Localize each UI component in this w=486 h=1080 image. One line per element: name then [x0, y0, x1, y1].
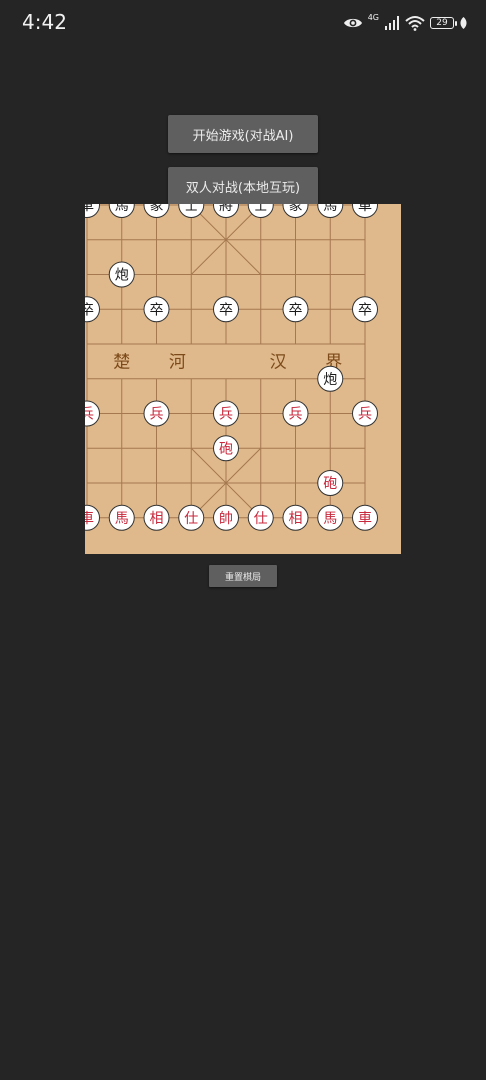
- piece-label: 砲: [323, 476, 337, 492]
- status-bar: 4:42 4G 29: [0, 0, 486, 46]
- piece-label: 卒: [150, 302, 164, 318]
- piece-label: 炮: [323, 372, 337, 388]
- piece-label: 相: [289, 511, 303, 527]
- signal-icon: [385, 16, 399, 30]
- piece-label: 仕: [184, 511, 198, 527]
- battery-icon: 29: [430, 17, 457, 29]
- piece-black[interactable]: 卒: [213, 296, 239, 323]
- piece-label: 炮: [115, 268, 129, 284]
- piece-red[interactable]: 仕: [178, 504, 205, 531]
- piece-red[interactable]: 相: [143, 504, 170, 531]
- start-ai-game-button[interactable]: 开始游戏(对战AI): [168, 115, 318, 153]
- piece-label: 兵: [358, 407, 372, 423]
- piece-red[interactable]: 馬: [317, 504, 344, 531]
- piece-label: 兵: [150, 407, 164, 423]
- piece-label: 兵: [219, 407, 233, 423]
- piece-label: 砲: [219, 441, 233, 457]
- piece-label: 卒: [289, 302, 303, 318]
- piece-red[interactable]: 車: [352, 504, 378, 531]
- xiangqi-board[interactable]: 楚河汉界車馬象士將士象馬車炮卒卒卒卒卒炮兵兵兵兵兵砲砲車馬相仕帥仕相馬車: [85, 204, 401, 554]
- piece-label: 象: [289, 204, 303, 214]
- piece-red[interactable]: 兵: [143, 400, 170, 427]
- piece-label: 將: [219, 204, 233, 214]
- piece-red[interactable]: 砲: [317, 470, 344, 496]
- piece-red[interactable]: 相: [282, 504, 309, 531]
- piece-label: 車: [358, 510, 372, 527]
- status-time: 4:42: [22, 10, 67, 34]
- river-label: 河: [169, 352, 186, 372]
- piece-red[interactable]: 帥: [213, 504, 239, 531]
- river-label: 汉: [270, 352, 287, 372]
- piece-label: 相: [150, 511, 164, 527]
- piece-red[interactable]: 兵: [213, 400, 239, 427]
- piece-label: 車: [85, 510, 94, 527]
- piece-black[interactable]: 炮: [108, 261, 135, 288]
- piece-label: 象: [150, 204, 164, 214]
- piece-label: 兵: [85, 407, 94, 423]
- piece-black[interactable]: 炮: [317, 365, 344, 392]
- piece-label: 士: [254, 204, 268, 214]
- piece-label: 卒: [358, 302, 372, 318]
- piece-label: 車: [85, 204, 94, 214]
- eye-icon: [343, 18, 362, 28]
- board-canvas[interactable]: 楚河汉界車馬象士將士象馬車炮卒卒卒卒卒炮兵兵兵兵兵砲砲車馬相仕帥仕相馬車: [85, 204, 401, 554]
- piece-red[interactable]: 仕: [247, 504, 274, 531]
- piece-label: 卒: [85, 302, 94, 318]
- leaf-icon: [460, 17, 467, 29]
- reset-board-button[interactable]: 重置棋局: [209, 565, 277, 587]
- piece-red[interactable]: 兵: [352, 400, 378, 427]
- piece-label: 仕: [254, 511, 268, 527]
- network-label: 4G: [367, 12, 379, 22]
- piece-red[interactable]: 兵: [282, 400, 309, 427]
- piece-label: 卒: [219, 302, 233, 318]
- piece-red[interactable]: 馬: [108, 504, 135, 531]
- piece-black[interactable]: 卒: [352, 296, 378, 323]
- piece-label: 兵: [289, 407, 303, 423]
- wifi-icon: [405, 16, 425, 31]
- status-icons: 4G 29: [343, 12, 468, 34]
- piece-black[interactable]: 卒: [282, 296, 309, 323]
- river-label: 楚: [113, 352, 130, 372]
- piece-label: 帥: [219, 511, 233, 527]
- two-player-local-button[interactable]: 双人对战(本地互玩): [168, 167, 318, 205]
- piece-black[interactable]: 卒: [143, 296, 170, 323]
- piece-label: 馬: [323, 511, 337, 527]
- piece-label: 馬: [115, 204, 129, 214]
- piece-red[interactable]: 砲: [213, 435, 239, 462]
- piece-label: 士: [184, 204, 198, 214]
- piece-label: 馬: [323, 204, 337, 214]
- piece-label: 車: [358, 204, 372, 214]
- piece-label: 馬: [115, 511, 129, 527]
